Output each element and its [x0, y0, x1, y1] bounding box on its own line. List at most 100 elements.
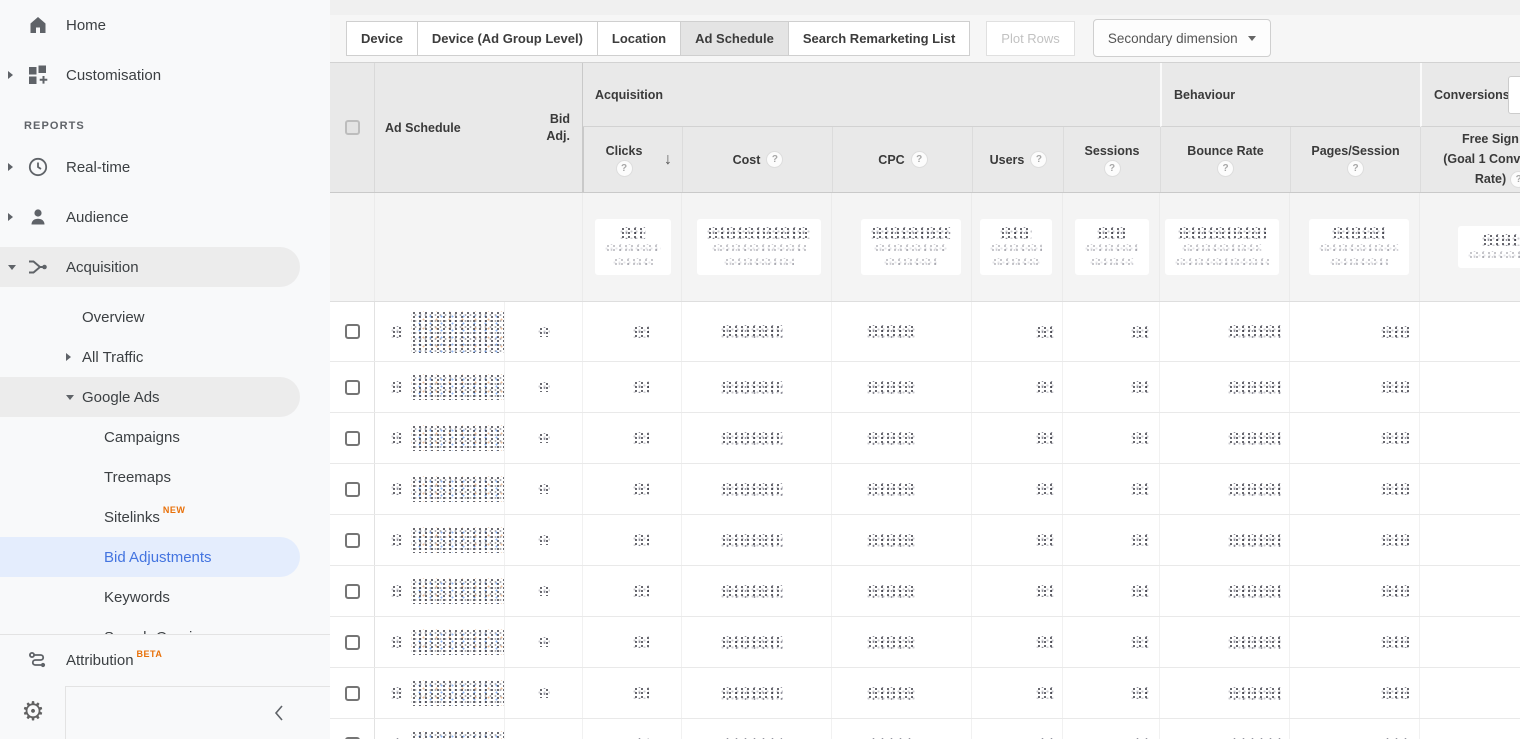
column-header-cost[interactable]: Cost: [682, 127, 832, 192]
sidebar-item-sitelinks[interactable]: Sitelinks NEW: [0, 497, 330, 537]
table-row[interactable]: [330, 617, 1520, 668]
sort-descending-icon: [664, 151, 672, 169]
table-row[interactable]: [330, 362, 1520, 413]
table-row[interactable]: [330, 302, 1520, 362]
redacted-conversion-rate: [1420, 617, 1520, 667]
redacted-dimension-label: [375, 719, 505, 739]
sidebar-item-customisation[interactable]: Customisation: [0, 55, 330, 95]
home-icon: [26, 13, 50, 37]
column-header-clicks[interactable]: Clicks: [583, 127, 682, 192]
column-header-sessions[interactable]: Sessions: [1063, 127, 1160, 192]
help-icon[interactable]: [1218, 161, 1233, 176]
goal-selector-dropdown[interactable]: [1508, 76, 1520, 114]
top-strip: [330, 0, 1520, 15]
redacted-dimension-label: [375, 617, 505, 667]
gear-icon[interactable]: [18, 694, 48, 728]
redacted-dimension-label: [375, 566, 505, 616]
sidebar-item-label: Sitelinks: [104, 509, 160, 526]
column-header-pages-session[interactable]: Pages/Session: [1290, 127, 1420, 192]
row-checkbox[interactable]: [345, 482, 360, 497]
redacted-clicks: [583, 413, 682, 463]
clock-icon: [26, 155, 50, 179]
table-row[interactable]: [330, 464, 1520, 515]
tab-ad-schedule[interactable]: Ad Schedule: [680, 22, 788, 55]
sidebar-item-audience[interactable]: Audience: [0, 197, 330, 237]
sidebar-item-label: Google Ads: [82, 389, 160, 406]
bid-adj-column-header[interactable]: Bid Adj.: [534, 111, 570, 144]
dropdown-caret-icon: [1248, 36, 1256, 41]
redacted-sessions: [1063, 362, 1160, 412]
redacted-cpc: [832, 515, 972, 565]
sidebar-item-all-traffic[interactable]: All Traffic: [0, 337, 330, 377]
tab-search-remarketing-list[interactable]: Search Remarketing List: [788, 22, 969, 55]
secondary-dimension-label: Secondary dimension: [1108, 31, 1238, 46]
redacted-cost: [682, 719, 832, 739]
table-row[interactable]: [330, 668, 1520, 719]
redacted-dimension-label: [375, 668, 505, 718]
row-checkbox[interactable]: [345, 533, 360, 548]
sidebar-item-keywords[interactable]: Keywords: [0, 577, 330, 617]
column-header-bounce-rate[interactable]: Bounce Rate: [1160, 127, 1290, 192]
sidebar-item-treemaps[interactable]: Treemaps: [0, 457, 330, 497]
redacted-conversion-rate: [1420, 302, 1520, 361]
help-icon[interactable]: [1511, 172, 1520, 187]
help-icon[interactable]: [912, 152, 927, 167]
dimension-header-cell: Ad Schedule Bid Adj.: [375, 63, 583, 192]
sidebar-item-search-queries[interactable]: Search Queries: [0, 617, 330, 634]
table-row[interactable]: [330, 566, 1520, 617]
tab-device[interactable]: Device: [347, 22, 417, 55]
row-checkbox[interactable]: [345, 635, 360, 650]
group-header-conversions: Conversions: [1420, 63, 1520, 127]
sidebar-item-overview[interactable]: Overview: [0, 297, 330, 337]
table-row[interactable]: [330, 413, 1520, 464]
help-icon[interactable]: [1348, 161, 1363, 176]
table-row[interactable]: [330, 515, 1520, 566]
redacted-sessions: [1063, 566, 1160, 616]
plot-rows-button[interactable]: Plot Rows: [986, 21, 1075, 56]
redacted-users: [972, 413, 1063, 463]
sidebar-item-bid-adjustments[interactable]: Bid Adjustments: [0, 537, 300, 577]
collapse-sidebar-icon[interactable]: [272, 703, 286, 723]
help-icon[interactable]: [767, 152, 782, 167]
redacted-pages-session: [1290, 719, 1420, 739]
redacted-conversion-rate: [1420, 668, 1520, 718]
select-all-checkbox[interactable]: [345, 120, 360, 135]
redacted-sessions: [1063, 515, 1160, 565]
tab-device-ad-group-level[interactable]: Device (Ad Group Level): [417, 22, 597, 55]
redacted-sessions: [1063, 617, 1160, 667]
help-icon[interactable]: [1031, 152, 1046, 167]
column-header-goal-conversion-rate[interactable]: Free Sign Up (Goal 1 Conversion Rate): [1420, 127, 1520, 192]
sidebar-item-campaigns[interactable]: Campaigns: [0, 417, 330, 457]
sidebar-item-real-time[interactable]: Real-time: [0, 147, 330, 187]
row-checkbox[interactable]: [345, 431, 360, 446]
help-icon[interactable]: [617, 161, 632, 176]
redacted-users: [972, 362, 1063, 412]
redacted-conversion-rate: [1420, 515, 1520, 565]
redacted-users: [972, 719, 1063, 739]
column-header-cpc[interactable]: CPC: [832, 127, 972, 192]
sidebar-item-label: All Traffic: [82, 349, 143, 366]
secondary-dimension-dropdown[interactable]: Secondary dimension: [1093, 19, 1271, 57]
sidebar-item-home[interactable]: Home: [0, 5, 330, 45]
row-checkbox[interactable]: [345, 380, 360, 395]
redacted-cpc: [832, 719, 972, 739]
sidebar-item-google-ads[interactable]: Google Ads: [0, 377, 300, 417]
redacted-cpc: [832, 413, 972, 463]
tab-location[interactable]: Location: [597, 22, 680, 55]
data-table: Ad Schedule Bid Adj. Acquisition Behavio…: [330, 62, 1520, 739]
sidebar-footer-panel: [65, 686, 330, 739]
row-checkbox[interactable]: [345, 324, 360, 339]
redacted-sessions: [1063, 302, 1160, 361]
help-icon[interactable]: [1105, 161, 1120, 176]
sidebar-item-acquisition[interactable]: Acquisition: [0, 247, 300, 287]
table-row[interactable]: [330, 719, 1520, 739]
ad-schedule-column-header[interactable]: Ad Schedule: [385, 121, 461, 135]
sidebar-item-label: Overview: [82, 309, 145, 326]
redacted-cpc: [832, 362, 972, 412]
redacted-dimension-label: [375, 464, 505, 514]
row-checkbox[interactable]: [345, 584, 360, 599]
column-header-users[interactable]: Users: [972, 127, 1063, 192]
redacted-dimension-label: [375, 302, 505, 361]
sidebar-item-attribution[interactable]: Attribution BETA: [0, 634, 330, 686]
row-checkbox[interactable]: [345, 686, 360, 701]
